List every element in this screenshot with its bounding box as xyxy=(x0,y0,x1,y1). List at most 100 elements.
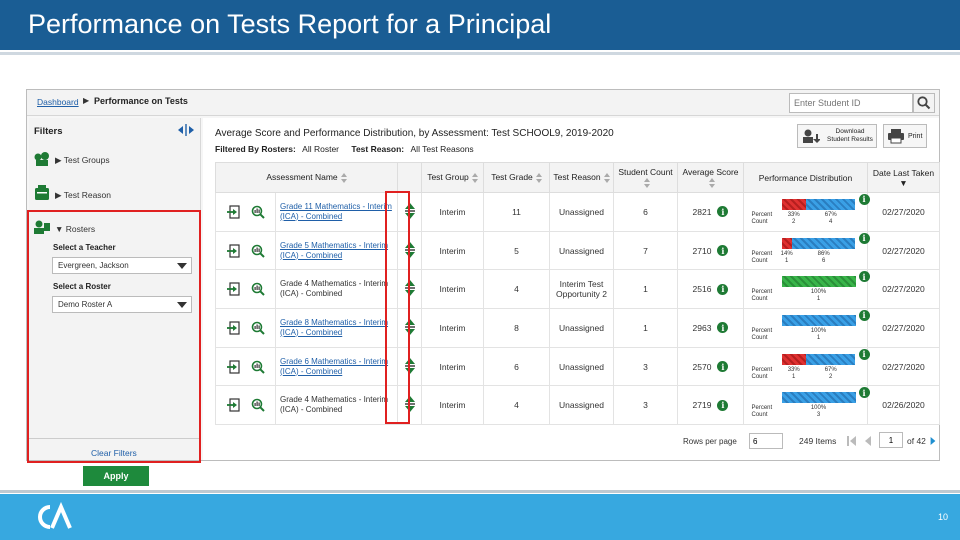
printer-icon xyxy=(888,129,904,144)
print-button[interactable]: Print xyxy=(883,124,927,148)
highlight-reorder-box xyxy=(385,191,410,424)
col-student-count[interactable]: Student Count xyxy=(613,162,678,193)
go-to-results-icon[interactable] xyxy=(226,205,241,219)
go-to-results-icon[interactable] xyxy=(226,282,241,296)
assessment-name[interactable]: Grade 8 Mathematics - Interim (ICA) - Co… xyxy=(280,318,397,338)
count-row-label: Count xyxy=(751,257,768,264)
header-divider xyxy=(0,52,960,55)
distribution-count: 1 xyxy=(785,257,789,264)
col-average-score[interactable]: Average Score xyxy=(677,162,744,193)
col-date-last-taken[interactable]: Date Last Taken ▼ xyxy=(867,162,940,193)
assessment-name[interactable]: Grade 11 Mathematics - Interim (ICA) - C… xyxy=(280,202,397,222)
average-score-cell: 2710 i xyxy=(677,230,744,271)
percent-row-label: Percent xyxy=(751,405,773,412)
print-label: Print xyxy=(908,133,923,140)
performance-distribution-cell: Percent Count 100% 1 i xyxy=(743,308,870,348)
performance-distribution-cell: Percent Count 33% 1 67% 2 i xyxy=(743,346,870,387)
magnify-chart-icon[interactable] xyxy=(251,244,265,258)
test-groups-label: Test Groups xyxy=(63,155,110,165)
distribution-bar xyxy=(781,353,856,365)
distribution-percent: 100% xyxy=(810,289,827,296)
pagination: Rows per page 249 Items of 42 xyxy=(203,428,939,458)
distribution-count: 1 xyxy=(816,296,821,303)
performance-distribution: Percent Count 100% 1 i xyxy=(752,309,870,344)
average-score-cell: 2570 i xyxy=(677,346,744,387)
average-score-cell: 2516 i xyxy=(677,269,744,310)
assessment-name[interactable]: Grade 5 Mathematics - Interim (ICA) - Co… xyxy=(280,241,397,261)
info-icon[interactable]: i xyxy=(717,206,729,218)
distribution-segment xyxy=(781,392,856,404)
performance-distribution-cell: Percent Count 14% 1 86% 6 i xyxy=(743,230,870,271)
filter-test-reason[interactable]: ▶ Test Reason xyxy=(55,190,111,201)
distribution-segment xyxy=(781,237,792,249)
info-icon[interactable]: i xyxy=(717,322,729,334)
breadcrumb-separator-icon: ▶ xyxy=(83,96,90,105)
page-number-input[interactable] xyxy=(879,432,903,448)
assessment-name-cell: Grade 4 Mathematics - Interim (ICA) - Co… xyxy=(275,385,398,426)
row-actions xyxy=(215,269,276,310)
assessment-name-cell[interactable]: Grade 6 Mathematics - Interim (ICA) - Co… xyxy=(275,346,398,387)
distribution-percent: 67% xyxy=(824,366,837,373)
magnify-chart-icon[interactable] xyxy=(251,282,265,296)
average-score-cell: 2719 i xyxy=(677,385,744,426)
assessment-name-cell[interactable]: Grade 5 Mathematics - Interim (ICA) - Co… xyxy=(275,230,398,271)
performance-distribution: Percent Count 14% 1 86% 6 i xyxy=(751,232,870,267)
magnify-chart-icon[interactable] xyxy=(251,205,265,219)
date-last-taken-cell: 02/27/2020 xyxy=(867,230,940,271)
go-to-results-icon[interactable] xyxy=(226,243,241,258)
filters-title: Filters xyxy=(34,126,63,137)
distribution-count: 1 xyxy=(816,334,821,341)
test-reason-icon xyxy=(35,185,49,200)
col-reorder xyxy=(397,162,422,193)
magnify-chart-icon[interactable] xyxy=(251,360,265,374)
distribution-bar xyxy=(781,314,856,326)
prev-page-icon[interactable] xyxy=(863,436,873,446)
info-icon[interactable]: i xyxy=(717,283,729,295)
magnify-chart-icon[interactable] xyxy=(251,398,265,412)
performance-distribution: Percent Count 100% 1 i xyxy=(752,271,870,305)
first-page-icon[interactable] xyxy=(847,436,857,446)
performance-distribution-cell: Percent Count 33% 2 67% 4 i xyxy=(743,192,870,232)
breadcrumb-dashboard-link[interactable]: Dashboard xyxy=(37,97,79,107)
info-icon[interactable]: i xyxy=(717,245,729,257)
test-reason-cell: Unassigned xyxy=(549,230,614,271)
assessment-name-cell[interactable]: Grade 8 Mathematics - Interim (ICA) - Co… xyxy=(275,308,398,348)
col-test-reason[interactable]: Test Reason xyxy=(549,162,614,193)
collapse-sidebar-icon[interactable] xyxy=(177,124,195,136)
info-icon[interactable]: i xyxy=(717,399,729,411)
col-student-count-label: Student Count xyxy=(618,167,673,178)
test-group-cell: Interim xyxy=(421,269,484,310)
go-to-results-icon[interactable] xyxy=(226,321,241,335)
assessment-name-cell[interactable]: Grade 11 Mathematics - Interim (ICA) - C… xyxy=(275,192,398,232)
assessment-name-cell: Grade 4 Mathematics - Interim (ICA) - Co… xyxy=(275,269,398,310)
magnify-chart-icon[interactable] xyxy=(251,321,265,335)
rows-per-page-input[interactable] xyxy=(749,433,783,449)
highlight-filters-box xyxy=(27,210,201,463)
top-bar: Dashboard ▶ Performance on Tests xyxy=(27,90,939,116)
col-test-grade[interactable]: Test Grade xyxy=(483,162,550,193)
test-reason-cell: Unassigned xyxy=(549,308,614,348)
average-score-cell: 2821 i xyxy=(677,192,744,232)
distribution-count: 6 xyxy=(822,257,826,264)
count-row-label: Count xyxy=(751,373,768,380)
go-to-results-icon[interactable] xyxy=(226,359,241,374)
test-reason-value: All Test Reasons xyxy=(410,144,474,154)
col-test-group[interactable]: Test Group xyxy=(421,162,484,193)
page-number: 10 xyxy=(937,512,948,522)
table-row: Grade 4 Mathematics - Interim (ICA) - Co… xyxy=(215,385,940,426)
go-to-results-icon[interactable] xyxy=(226,398,241,412)
student-count-cell: 6 xyxy=(613,192,678,232)
search-button[interactable] xyxy=(913,93,935,113)
slide-header: Performance on Tests Report for a Princi… xyxy=(0,0,960,50)
next-page-icon[interactable] xyxy=(929,436,937,446)
info-icon[interactable]: i xyxy=(717,361,729,373)
student-id-search-input[interactable] xyxy=(789,93,913,113)
test-reason-label: Test Reason xyxy=(63,190,111,200)
apply-button[interactable]: Apply xyxy=(83,466,149,486)
distribution-segment xyxy=(781,198,806,210)
test-grade-cell: 5 xyxy=(483,230,550,271)
assessment-name[interactable]: Grade 6 Mathematics - Interim (ICA) - Co… xyxy=(280,357,397,377)
col-assessment-name[interactable]: Assessment Name xyxy=(215,162,398,193)
filter-test-groups[interactable]: ▶ Test Groups xyxy=(55,155,110,166)
download-student-results-button[interactable]: Download Student Results xyxy=(797,124,877,148)
